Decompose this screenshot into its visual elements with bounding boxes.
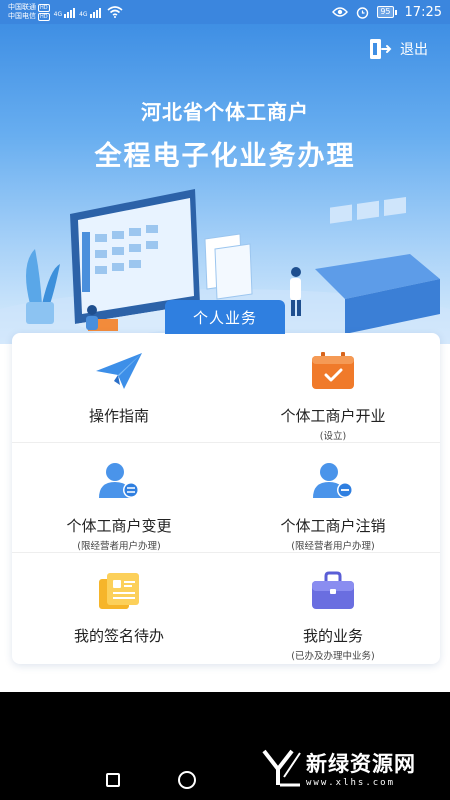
- watermark-logo-icon: [262, 749, 301, 787]
- menu-item-sublabel: (限经营者用户办理): [291, 541, 375, 552]
- clock: 17:25: [404, 4, 442, 20]
- briefcase-icon: [312, 571, 354, 609]
- carrier-info: 中国联通 HD 中国电信 HD: [8, 3, 50, 21]
- menu-item-sublabel: (限经营者用户办理): [77, 541, 161, 552]
- menu-item-label: 我的签名待办: [73, 627, 164, 645]
- menu-item-sublabel: (已办及办理中业务): [291, 651, 375, 662]
- tab-personal-business[interactable]: 个人业务: [165, 300, 285, 334]
- menu-item-my-business[interactable]: 我的业务 (已办及办理中业务): [226, 553, 440, 664]
- alarm-icon: [357, 6, 369, 19]
- page-subtitle: 河北省个体工商户: [141, 100, 309, 124]
- status-bar: 中国联通 HD 中国电信 HD 4G 4G 95 17:25: [0, 0, 450, 24]
- menu-item-label: 个体工商户注销: [280, 517, 386, 535]
- signal-1-icon: 4G: [53, 6, 76, 18]
- menu-item-guide[interactable]: 操作指南: [12, 333, 226, 443]
- logout-label: 退出: [400, 42, 428, 58]
- watermark-name: 新绿资源网: [306, 752, 416, 776]
- network-type-1: 4G: [53, 11, 63, 18]
- business-menu-card: 操作指南 个体工商户开业 (设立) 个体工商户变更 (限经营者用户办理) 个体工…: [12, 333, 440, 664]
- user-cancel-icon: [313, 463, 353, 498]
- page-bottom-spacer: [0, 664, 450, 692]
- menu-item-cancel-business[interactable]: 个体工商户注销 (限经营者用户办理): [226, 443, 440, 553]
- home-button[interactable]: [178, 771, 196, 789]
- network-type-2: 4G: [79, 11, 88, 18]
- menu-item-label: 个体工商户变更: [66, 517, 172, 535]
- carrier-2-name: 中国电信: [8, 12, 36, 20]
- menu-item-label: 个体工商户开业: [280, 407, 386, 425]
- paper-plane-icon: [96, 353, 142, 389]
- menu-item-sublabel: (设立): [319, 431, 347, 442]
- menu-item-open-business[interactable]: 个体工商户开业 (设立): [226, 333, 440, 443]
- battery-icon: 95: [377, 6, 397, 18]
- recent-apps-button[interactable]: [106, 773, 120, 787]
- watermark-url: www.xlhs.com: [306, 778, 396, 788]
- logout-button[interactable]: 退出: [368, 38, 428, 60]
- eye-icon: [332, 7, 349, 17]
- hero-banner: 退出 河北省个体工商户 全程电子化业务办理: [0, 24, 450, 344]
- menu-item-label: 操作指南: [88, 407, 149, 425]
- hd-badge-2: HD: [38, 12, 50, 21]
- watermark: 新绿资源网 www.xlhs.com: [262, 748, 416, 788]
- system-nav-bar: 新绿资源网 www.xlhs.com: [0, 692, 450, 800]
- hd-badge: HD: [38, 3, 50, 12]
- menu-item-signature-todo[interactable]: 我的签名待办: [12, 553, 226, 664]
- menu-item-change-business[interactable]: 个体工商户变更 (限经营者用户办理): [12, 443, 226, 553]
- wifi-icon: [107, 6, 123, 18]
- logout-icon: [370, 39, 392, 59]
- signal-2-icon: 4G: [79, 6, 101, 18]
- checklist-folder-icon: [312, 352, 354, 389]
- user-change-icon: [99, 463, 139, 498]
- carrier-1-name: 中国联通: [8, 3, 36, 11]
- menu-item-label: 我的业务: [302, 627, 363, 645]
- signature-document-icon: [99, 573, 139, 609]
- battery-level: 95: [377, 6, 394, 18]
